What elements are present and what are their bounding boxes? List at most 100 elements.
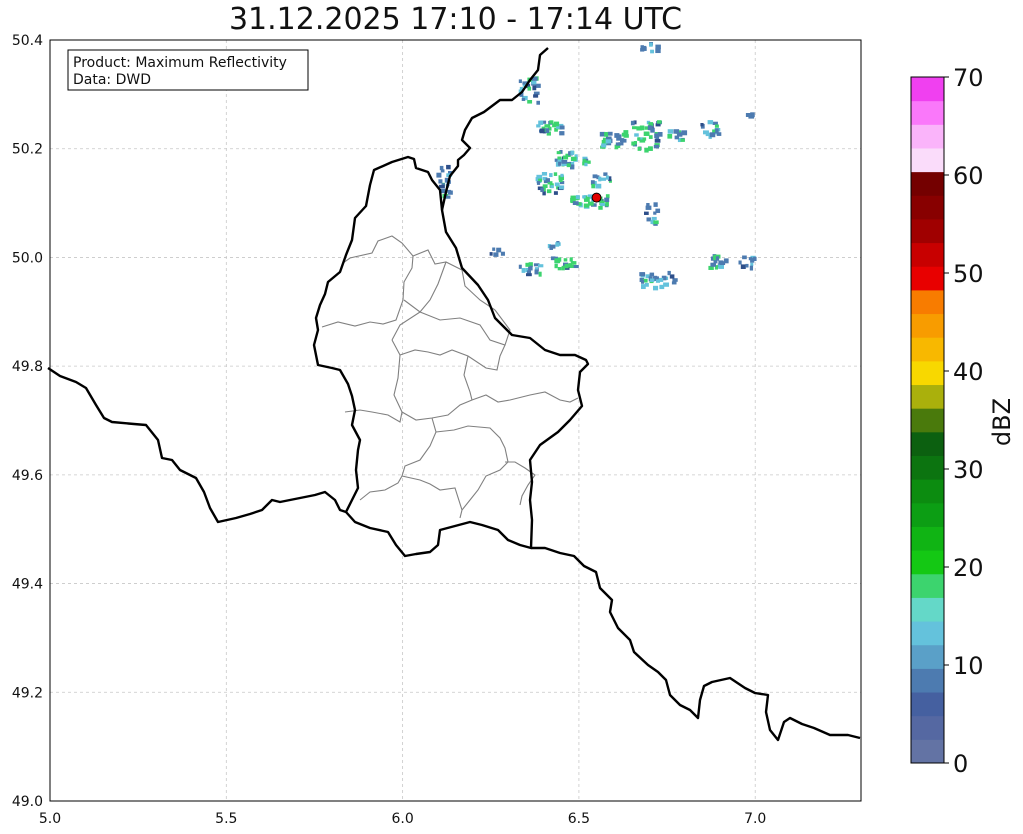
echo-pixel [658, 277, 664, 282]
echo-pixel [553, 172, 558, 176]
echo-pixel [650, 49, 654, 54]
colorbar-segment [911, 337, 944, 362]
echo-pixel [648, 125, 653, 131]
echo-pixel [518, 264, 522, 269]
echo-pixel [601, 143, 607, 148]
echo-pixel [598, 205, 603, 210]
echo-pixel [533, 94, 539, 98]
echo-pixel [639, 139, 646, 143]
echo-pixel [649, 42, 653, 47]
echo-pixel [592, 174, 598, 179]
echo-pixel [526, 273, 532, 277]
echo-pixel [712, 121, 718, 125]
echo-pixel [657, 120, 662, 124]
echo-pixel [531, 80, 537, 85]
echo-pixel [630, 120, 635, 126]
echo-pixel [561, 265, 565, 271]
echo-pixel [588, 201, 594, 206]
colorbar-tick-label: 10 [953, 652, 984, 680]
echo-pixel [615, 142, 621, 146]
echo-pixel [749, 265, 754, 271]
echo-pixel [703, 130, 709, 135]
echo-pixel [634, 133, 639, 137]
echo-pixel [745, 263, 749, 268]
echo-pixel [649, 272, 655, 277]
echo-pixel [447, 190, 453, 195]
echo-pixel [655, 123, 661, 127]
echo-pixel [489, 252, 493, 256]
echo-pixel [681, 130, 688, 136]
x-tick-label: 5.5 [215, 811, 237, 827]
echo-pixel [672, 278, 678, 282]
echo-pixel [500, 251, 505, 256]
location-marker [591, 192, 602, 203]
echo-pixel [748, 257, 753, 261]
colorbar-tick-label: 20 [953, 554, 984, 582]
colorbar-segment [911, 100, 944, 125]
echo-pixel [595, 183, 602, 189]
echo-pixel [653, 285, 659, 291]
colorbar-segment [911, 573, 944, 598]
echo-pixel [605, 201, 609, 207]
colorbar-segment [911, 242, 944, 267]
echo-pixel [527, 86, 532, 91]
echo-pixel [582, 159, 587, 164]
colorbar-segment [911, 526, 944, 551]
echo-pixel [558, 161, 562, 166]
echo-pixel [648, 146, 653, 151]
echo-pixel [636, 126, 643, 131]
echo-pixel [639, 272, 645, 277]
colorbar-segment [911, 77, 944, 102]
echo-pixel [646, 217, 651, 222]
echo-pixel [738, 260, 742, 265]
echo-pixel [600, 177, 607, 181]
radar-echoes [436, 42, 757, 291]
echo-pixel [570, 156, 577, 162]
colorbar-segment [911, 408, 944, 433]
echo-pixel [559, 125, 565, 130]
echo-pixel [562, 155, 569, 160]
echo-pixel [569, 257, 573, 262]
echo-pixel [709, 132, 716, 138]
echo-pixel [604, 132, 609, 137]
colorbar-segment [911, 384, 944, 409]
echo-pixel [436, 172, 442, 178]
echo-pixel [557, 267, 562, 271]
echo-pixel [572, 201, 579, 206]
map-grid [49, 39, 861, 802]
echo-pixel [604, 197, 610, 203]
echo-pixel [558, 185, 565, 190]
echo-pixel [644, 211, 649, 215]
echo-pixel [544, 124, 551, 128]
echo-pixel [560, 173, 564, 178]
echo-pixel [561, 160, 568, 164]
echo-pixel [439, 165, 444, 171]
echo-pixel [667, 129, 674, 134]
x-tick-label: 6.5 [568, 811, 590, 827]
echo-pixel [673, 129, 680, 134]
colorbar-segment [911, 171, 944, 196]
echo-pixel [598, 176, 602, 182]
colorbar-segment [911, 715, 944, 740]
colorbar-segment [911, 195, 944, 220]
echo-pixel [538, 264, 544, 268]
echo-pixel [653, 144, 660, 149]
echo-pixel [559, 131, 565, 136]
echo-pixel [640, 48, 645, 52]
colorbar-tick-label: 40 [953, 358, 984, 386]
colorbar-segment [911, 455, 944, 480]
colorbar-segment [911, 266, 944, 291]
colorbar-segment [911, 147, 944, 173]
echo-pixel [556, 151, 561, 155]
colorbar-tick-label: 70 [953, 64, 984, 92]
echo-pixel [536, 124, 541, 128]
info-data-source: Data: DWD [73, 72, 151, 88]
echo-pixel [607, 131, 613, 136]
echo-pixel [538, 271, 542, 277]
echo-pixel [539, 128, 545, 134]
echo-pixel [620, 138, 625, 143]
echo-pixel [555, 242, 560, 247]
colorbar-segment [911, 597, 944, 622]
x-tick-label: 6.0 [391, 811, 413, 827]
echo-pixel [570, 261, 574, 265]
